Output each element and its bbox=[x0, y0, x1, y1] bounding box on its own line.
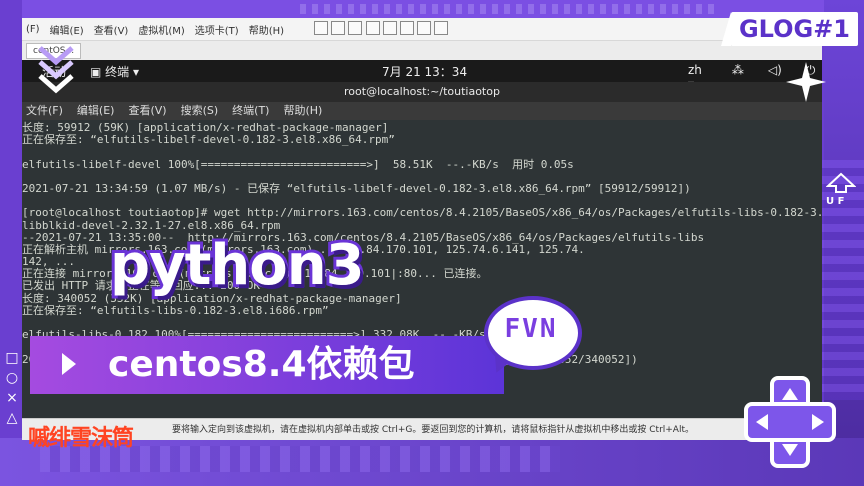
term-menu-edit[interactable]: 编辑(E) bbox=[77, 102, 115, 120]
terminal-menubar: 文件(F) 编辑(E) 查看(V) 搜索(S) 终端(T) 帮助(H) bbox=[22, 102, 822, 120]
gnome-top-bar: 活动 ▣ 终端 ▾ 7月 21 13：34 zh ▾ ⁂ ◁) ⏻ ▾ bbox=[22, 60, 822, 92]
cross-icon: × bbox=[6, 390, 18, 406]
frame-stripe bbox=[300, 4, 720, 14]
vm-toolbar-icons bbox=[314, 20, 449, 38]
terminal-line: libblkid-devel-2.32.1-27.el8.x86_64.rpm bbox=[22, 218, 281, 232]
circle-icon: ○ bbox=[5, 370, 19, 386]
terminal-line: 正在保存至: “elfutils-libelf-devel-0.182-3.el… bbox=[22, 133, 395, 147]
red-watermark-text: 嘁绯雪沫筒 bbox=[28, 426, 134, 451]
controller-shapes: □ ○ × △ bbox=[2, 348, 22, 428]
vm-menu-view[interactable]: 查看(V) bbox=[94, 22, 129, 37]
vm-menubar: (F) 编辑(E) 查看(V) 虚拟机(M) 选项卡(T) 帮助(H) bbox=[22, 18, 822, 41]
sparkle-icon bbox=[786, 62, 826, 102]
vm-menu-file[interactable]: (F) bbox=[26, 24, 40, 35]
terminal-line: 2021-07-21 13:34:59 (1.07 MB/s) - 已保存 “e… bbox=[22, 181, 691, 195]
terminal-line: [root@localhost toutiaotop]# wget http:/… bbox=[22, 206, 822, 220]
episode-badge: GLOG#1 bbox=[720, 12, 858, 46]
vm-tabbar: centOS... bbox=[22, 41, 822, 62]
bubble-text: FVN bbox=[504, 314, 558, 344]
clock[interactable]: 7月 21 13：34 bbox=[382, 63, 467, 80]
console-icon[interactable] bbox=[417, 20, 432, 35]
vm-statusbar: 要将输入定向到该虚拟机，请在虚拟机内部单击或按 Ctrl+G。要返回到您的计算机… bbox=[22, 418, 822, 440]
term-menu-view[interactable]: 查看(V) bbox=[128, 102, 166, 120]
vm-menu-tabs[interactable]: 选项卡(T) bbox=[195, 22, 239, 37]
unity-icon[interactable] bbox=[399, 20, 414, 35]
term-menu-help[interactable]: 帮助(H) bbox=[283, 102, 322, 120]
manage-icon[interactable] bbox=[365, 20, 380, 35]
input-method-label: zh bbox=[688, 63, 702, 77]
vm-menu-help[interactable]: 帮助(H) bbox=[249, 22, 284, 37]
chevron-down-icon bbox=[38, 46, 74, 94]
terminal-line: elfutils-libelf-devel 100%[=============… bbox=[22, 157, 574, 171]
snapshot-icon[interactable] bbox=[331, 20, 346, 35]
vm-menu-edit[interactable]: 编辑(E) bbox=[50, 22, 84, 37]
up-arrow-icon bbox=[826, 172, 856, 193]
dpad-icon bbox=[744, 376, 836, 468]
term-menu-file[interactable]: 文件(F) bbox=[26, 102, 63, 120]
term-menu-terminal[interactable]: 终端(T) bbox=[232, 102, 269, 120]
fullscreen-icon[interactable] bbox=[382, 20, 397, 35]
terminal-title: root@localhost:~/toutiaotop bbox=[22, 82, 822, 102]
app-menu-label: 终端 bbox=[105, 65, 130, 79]
vm-menu-vm[interactable]: 虚拟机(M) bbox=[138, 22, 184, 37]
app-menu[interactable]: ▣ 终端 ▾ bbox=[90, 63, 139, 80]
terminal-line: 正在保存至: “elfutils-libs-0.182-3.el8.i686.r… bbox=[22, 303, 329, 317]
view-icon[interactable] bbox=[434, 20, 449, 35]
play-arrow-icon bbox=[62, 353, 76, 375]
square-icon: □ bbox=[5, 350, 19, 366]
pause-icon[interactable] bbox=[314, 20, 329, 35]
term-menu-search[interactable]: 搜索(S) bbox=[181, 102, 219, 120]
video-subtitle: centos8.4依赖包 bbox=[108, 344, 415, 385]
revert-icon[interactable] bbox=[348, 20, 363, 35]
uf-label: U F bbox=[826, 196, 845, 207]
triangle-icon: △ bbox=[6, 410, 18, 426]
video-title: python3 bbox=[107, 233, 368, 299]
